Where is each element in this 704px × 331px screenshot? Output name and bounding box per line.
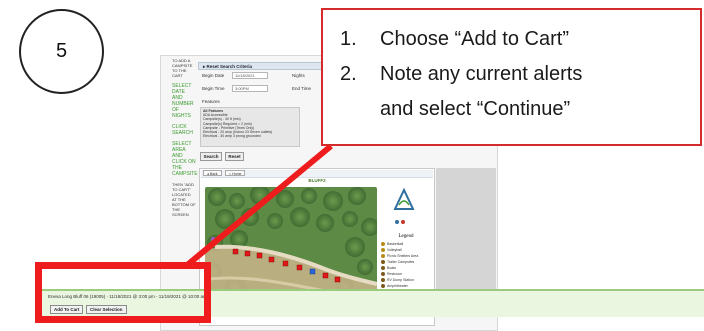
callout-item2-text-line1: Note any current alerts	[380, 63, 583, 85]
callout-item2-number: 2.	[340, 63, 357, 85]
callout-item1-number: 1.	[340, 28, 357, 50]
callout-item1-text: Choose “Add to Cart”	[380, 28, 569, 50]
callout-item2-text-line2: and select “Continue”	[380, 98, 571, 120]
instruction-callout: 1. Choose “Add to Cart” 2. Note any curr…	[321, 8, 702, 146]
